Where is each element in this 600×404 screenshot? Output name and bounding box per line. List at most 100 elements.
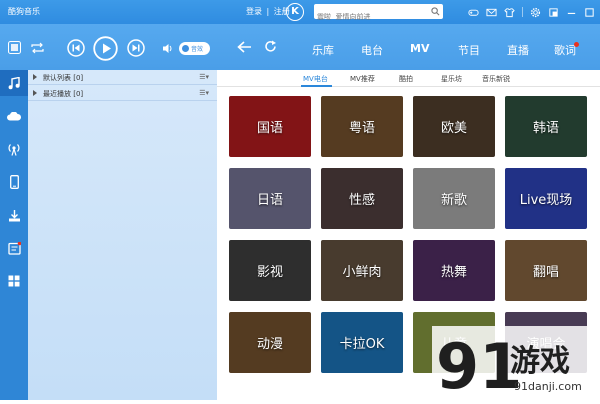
playlist-name: 默认列表 [0] [43,73,83,83]
next-button[interactable] [127,39,145,57]
tile-label: 国语 [256,121,283,136]
watermark-url: 91danji.com [514,380,582,393]
title-bar: 酷狗音乐 登录 | 注册 K [0,0,600,25]
tile-sexy[interactable]: 性感 [321,168,403,229]
search-input[interactable] [314,9,424,25]
subtab-mv-radio[interactable]: MV电台 [303,74,328,84]
list-icon[interactable] [8,41,21,54]
tab-live[interactable]: 直播 [507,42,529,58]
window-controls [468,5,600,19]
active-tab-indicator [301,85,332,87]
maximize-icon[interactable] [584,7,595,18]
tab-radio[interactable]: 电台 [361,42,383,58]
divider [522,7,523,17]
icon-sidebar [0,70,28,400]
tile-korean[interactable]: 韩语 [505,96,587,157]
sidebar-item-music[interactable] [0,70,28,96]
tab-mv[interactable]: MV [410,42,429,55]
list-item[interactable]: 默认列表 [0] ☰▾ [28,70,217,85]
sub-tab-bar: MV电台 MV推荐 酷拍 星乐坊 音乐新锐 [217,70,600,87]
tile-label: 翻唱 [532,265,559,280]
sidebar-item-cloud[interactable] [0,103,28,129]
previous-button[interactable] [67,39,85,57]
tile-label: 新歌 [440,193,467,208]
cloud-icon [7,111,21,120]
playlist-count: [0] [73,74,84,82]
subtab-mv-recommend[interactable]: MV推荐 [350,74,375,84]
tile-label: Live现场 [519,193,573,208]
tile-mandarin[interactable]: 国语 [229,96,311,157]
volume-icon[interactable] [162,43,174,54]
watermark-logo: 91 游戏 91danji.com [432,326,600,403]
tab-programs[interactable]: 节目 [458,42,480,58]
apps-icon [8,275,20,287]
subtab-kupai[interactable]: 酷拍 [399,74,413,84]
playlist-title: 默认列表 [43,74,71,82]
playlist-count: [0] [73,90,84,98]
tile-japanese[interactable]: 日语 [229,168,311,229]
tile-covers[interactable]: 翻唱 [505,240,587,301]
playlist-panel: 默认列表 [0] ☰▾ 最近播放 [0] ☰▾ [28,70,217,400]
shirt-icon[interactable] [504,7,515,18]
list-menu-icon[interactable]: ☰▾ [199,89,209,97]
search-icon[interactable] [431,7,440,16]
radio-icon [8,143,20,156]
tile-cantonese[interactable]: 粤语 [321,96,403,157]
playlist-title: 最近播放 [43,90,71,98]
mini-mode-icon[interactable] [548,7,559,18]
tab-library[interactable]: 乐库 [312,42,334,58]
tile-karaoke[interactable]: 卡拉OK [321,312,403,373]
tile-idols[interactable]: 小鲜肉 [321,240,403,301]
tile-label: 动漫 [256,337,283,352]
tile-label: 热舞 [440,265,467,280]
subtab-new-artists[interactable]: 音乐新锐 [482,74,510,84]
account-separator: | [266,7,270,16]
tile-label: 性感 [348,193,375,208]
sidebar-item-inbox[interactable] [0,235,28,261]
search-box[interactable] [314,4,443,25]
tile-dance[interactable]: 热舞 [413,240,495,301]
tile-label: 粤语 [348,121,375,136]
tile-western[interactable]: 欧美 [413,96,495,157]
tile-anime[interactable]: 动漫 [229,312,311,373]
kugou-logo[interactable]: K [286,3,304,21]
music-note-icon [8,76,20,89]
minimize-icon[interactable] [566,7,577,18]
expand-arrow-icon[interactable] [33,74,37,80]
tile-film[interactable]: 影视 [229,240,311,301]
tile-label: 影视 [256,265,283,280]
sidebar-item-apps[interactable] [0,268,28,294]
sidebar-item-radio[interactable] [0,136,28,162]
refresh-icon[interactable] [264,40,277,53]
tile-label: 欧美 [440,121,467,136]
playlist-name: 最近播放 [0] [43,89,83,99]
sound-effect-label: 音效 [191,46,204,53]
sound-effect-toggle[interactable]: 音效 [179,42,210,55]
notification-dot [574,42,579,47]
toggle-knob-icon [182,45,189,52]
tile-label: 日语 [256,193,283,208]
mail-icon[interactable] [486,7,497,18]
gamepad-icon[interactable] [468,7,479,18]
tile-live[interactable]: Live现场 [505,168,587,229]
repeat-icon[interactable] [31,42,44,54]
inbox-icon [7,241,21,255]
phone-icon [9,175,19,189]
tile-new-songs[interactable]: 新歌 [413,168,495,229]
sidebar-item-download[interactable] [0,202,28,228]
list-item[interactable]: 最近播放 [0] ☰▾ [28,86,217,101]
account-links: 登录 | 注册 [246,6,292,17]
play-button[interactable] [93,36,118,61]
sidebar-item-device[interactable] [0,169,28,195]
expand-arrow-icon[interactable] [33,90,37,96]
subtab-star-music[interactable]: 星乐坊 [441,74,462,84]
login-link[interactable]: 登录 [246,7,262,16]
tab-lyrics[interactable]: 歌词 [554,42,576,58]
download-icon [8,209,20,221]
back-arrow-icon[interactable] [237,41,252,53]
watermark: 91 游戏 91danji.com [432,326,600,403]
gear-icon[interactable] [530,7,541,18]
tile-label: 卡拉OK [339,337,385,352]
tile-label: 韩语 [532,121,559,136]
list-menu-icon[interactable]: ☰▾ [199,73,209,81]
